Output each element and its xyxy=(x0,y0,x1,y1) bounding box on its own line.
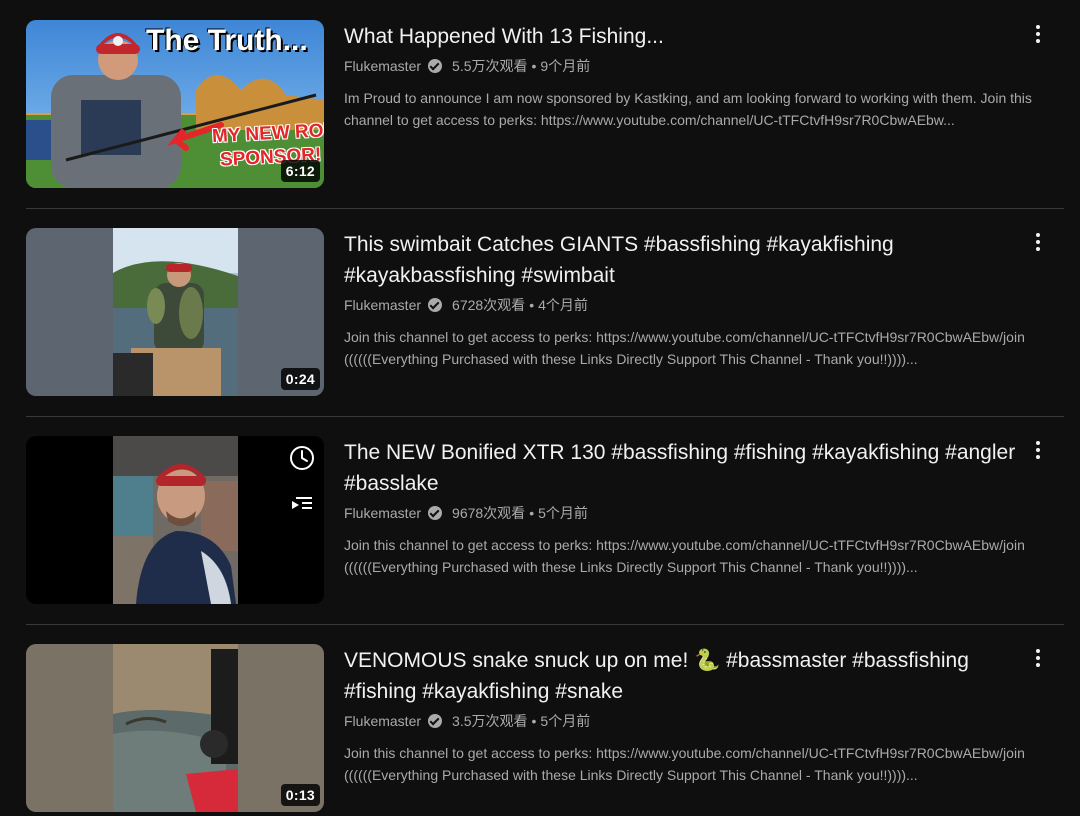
meta-separator: • xyxy=(531,713,537,729)
video-thumbnail[interactable] xyxy=(26,436,324,604)
thumbnail-image xyxy=(26,644,324,812)
video-description: Join this channel to get access to perks… xyxy=(344,537,1025,575)
more-vert-icon[interactable] xyxy=(1028,438,1048,462)
video-row[interactable]: 0:24 This swimbait Catches GIANTS #bassf… xyxy=(26,228,1064,396)
video-meta: Flukemaster 5.5万次观看 • 9个月前 xyxy=(344,56,1064,76)
divider xyxy=(26,208,1064,209)
video-title[interactable]: This swimbait Catches GIANTS #bassfishin… xyxy=(344,229,1064,291)
verified-check-icon xyxy=(428,298,443,312)
video-thumbnail[interactable]: 0:13 xyxy=(26,644,324,812)
view-count: 5.5万次观看 xyxy=(452,58,528,74)
thumbnail-headline: The Truth... xyxy=(146,24,308,57)
thumbnail-image xyxy=(26,228,324,396)
video-title[interactable]: What Happened With 13 Fishing... xyxy=(344,21,1064,52)
verified-check-icon xyxy=(428,59,443,73)
channel-name[interactable]: Flukemaster xyxy=(344,505,421,521)
video-thumbnail[interactable]: 0:24 xyxy=(26,228,324,396)
video-info: The NEW Bonified XTR 130 #bassfishing #f… xyxy=(344,436,1064,604)
video-meta: Flukemaster 3.5万次观看 • 5个月前 xyxy=(344,711,1064,731)
channel-name[interactable]: Flukemaster xyxy=(344,297,421,313)
upload-age: 9个月前 xyxy=(540,58,591,74)
meta-separator: • xyxy=(529,505,535,521)
video-info: This swimbait Catches GIANTS #bassfishin… xyxy=(344,228,1064,396)
video-description: Join this channel to get access to perks… xyxy=(344,745,1025,783)
video-meta: Flukemaster 9678次观看 • 5个月前 xyxy=(344,503,1064,523)
video-row[interactable]: The NEW Bonified XTR 130 #bassfishing #f… xyxy=(26,436,1064,604)
view-count: 9678次观看 xyxy=(452,505,526,521)
verified-check-icon xyxy=(428,714,443,728)
view-count: 6728次观看 xyxy=(452,297,526,313)
clock-icon[interactable] xyxy=(288,444,316,472)
video-description: Im Proud to announce I am now sponsored … xyxy=(344,90,1032,128)
video-info: VENOMOUS snake snuck up on me! 🐍 #bassma… xyxy=(344,644,1064,812)
video-title[interactable]: VENOMOUS snake snuck up on me! 🐍 #bassma… xyxy=(344,645,1064,707)
more-vert-icon[interactable] xyxy=(1028,230,1048,254)
channel-name[interactable]: Flukemaster xyxy=(344,58,421,74)
view-count: 3.5万次观看 xyxy=(452,713,528,729)
upload-age: 5个月前 xyxy=(538,505,588,521)
channel-name[interactable]: Flukemaster xyxy=(344,713,421,729)
upload-age: 5个月前 xyxy=(540,713,591,729)
duration-badge: 0:24 xyxy=(280,368,320,390)
video-row[interactable]: 0:13 VENOMOUS snake snuck up on me! 🐍 #b… xyxy=(26,644,1064,812)
video-title[interactable]: The NEW Bonified XTR 130 #bassfishing #f… xyxy=(344,437,1064,499)
video-meta: Flukemaster 6728次观看 • 4个月前 xyxy=(344,295,1064,315)
video-description: Join this channel to get access to perks… xyxy=(344,329,1025,367)
add-to-queue-icon[interactable] xyxy=(288,489,316,517)
meta-separator: • xyxy=(529,297,535,313)
duration-badge: 0:13 xyxy=(280,784,320,806)
video-thumbnail[interactable]: The Truth... MY NEW ROD SPONSOR! 6:12 xyxy=(26,20,324,188)
video-row[interactable]: The Truth... MY NEW ROD SPONSOR! 6:12 Wh… xyxy=(26,20,1064,188)
video-list: The Truth... MY NEW ROD SPONSOR! 6:12 Wh… xyxy=(26,20,1064,812)
divider xyxy=(26,416,1064,417)
more-vert-icon[interactable] xyxy=(1028,22,1048,46)
meta-separator: • xyxy=(531,58,537,74)
divider xyxy=(26,624,1064,625)
more-vert-icon[interactable] xyxy=(1028,646,1048,670)
video-info: What Happened With 13 Fishing... Flukema… xyxy=(344,20,1064,188)
upload-age: 4个月前 xyxy=(538,297,588,313)
duration-badge: 6:12 xyxy=(280,160,320,182)
thumbnail-image xyxy=(26,436,324,604)
verified-check-icon xyxy=(428,506,443,520)
hover-actions xyxy=(288,444,316,534)
